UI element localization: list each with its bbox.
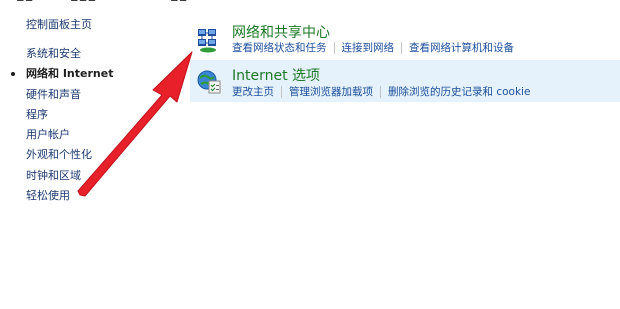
link-divider xyxy=(281,85,282,98)
change-homepage-link[interactable]: 更改主页 xyxy=(232,84,274,99)
sidebar-item-ease-of-access[interactable]: 轻松使用 xyxy=(26,186,113,206)
category-internet-options: Internet 选项 更改主页 管理浏览器加载项 删除浏览的历史记录和 coo… xyxy=(190,60,620,102)
sidebar-item-programs[interactable]: 程序 xyxy=(26,105,113,125)
link-divider xyxy=(380,85,381,98)
connect-to-network-link[interactable]: 连接到网络 xyxy=(342,40,395,55)
sidebar-item-network-internet[interactable]: 网络和 Internet xyxy=(11,64,114,84)
sidebar-item-hardware-sound[interactable]: 硬件和声音 xyxy=(26,85,113,105)
network-sharing-center-icon xyxy=(198,29,216,53)
view-network-computers-link[interactable]: 查看网络计算机和设备 xyxy=(409,40,514,55)
internet-options-icon xyxy=(197,70,221,94)
internet-options-links: 更改主页 管理浏览器加载项 删除浏览的历史记录和 cookie xyxy=(232,84,530,99)
sidebar: 控制面板主页 系统和安全 网络和 Internet 硬件和声音 程序 用户帐户 … xyxy=(0,0,170,309)
link-divider xyxy=(401,41,402,54)
network-sharing-title[interactable]: 网络和共享中心 xyxy=(232,22,330,42)
sidebar-home-link[interactable]: 控制面板主页 xyxy=(26,16,92,32)
link-divider xyxy=(333,41,335,54)
manage-addons-link[interactable]: 管理浏览器加载项 xyxy=(289,84,373,99)
delete-history-link[interactable]: 删除浏览的历史记录和 cookie xyxy=(388,84,530,99)
sidebar-item-system-security[interactable]: 系统和安全 xyxy=(26,44,113,64)
network-sharing-links: 查看网络状态和任务 连接到网络 查看网络计算机和设备 xyxy=(232,40,514,55)
sidebar-item-label: 网络和 Internet xyxy=(26,67,114,81)
sidebar-item-clock-region[interactable]: 时钟和区域 xyxy=(26,166,113,186)
sidebar-item-appearance[interactable]: 外观和个性化 xyxy=(26,145,113,165)
active-bullet-icon xyxy=(11,72,15,77)
sidebar-nav-list: 系统和安全 网络和 Internet 硬件和声音 程序 用户帐户 外观和个性化 … xyxy=(11,44,114,206)
internet-options-title[interactable]: Internet 选项 xyxy=(232,65,320,85)
view-network-status-link[interactable]: 查看网络状态和任务 xyxy=(232,40,327,55)
sidebar-item-user-accounts[interactable]: 用户帐户 xyxy=(26,125,113,145)
category-network-sharing: 网络和共享中心 查看网络状态和任务 连接到网络 查看网络计算机和设备 xyxy=(190,18,620,58)
